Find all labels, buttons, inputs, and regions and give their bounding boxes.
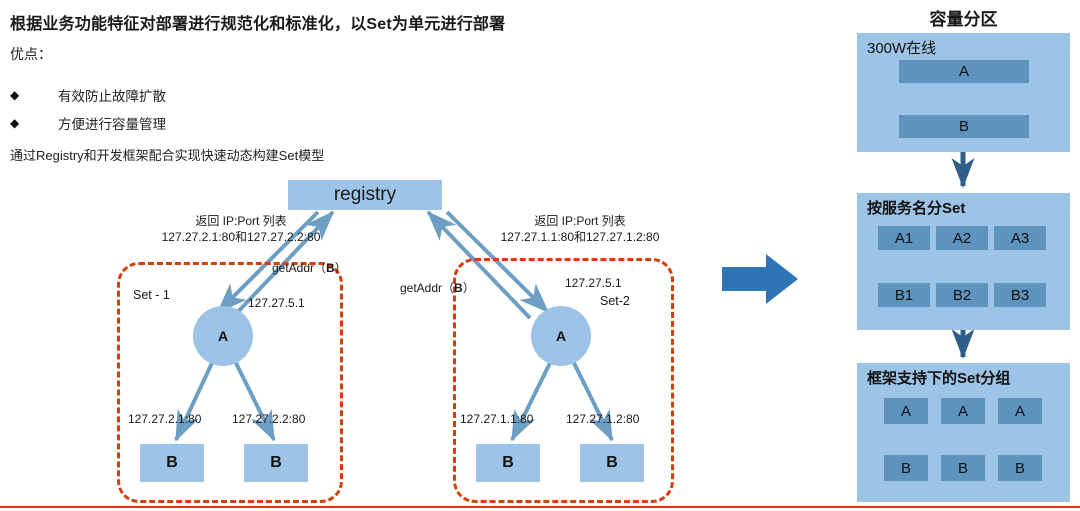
capacity-panel-1: 按服务名分Set A1 A2 A3 B1 B2 B3 <box>857 193 1070 330</box>
list-item-label: 方便进行容量管理 <box>58 117 166 132</box>
page-title: 根据业务功能特征对部署进行规范化和标准化，以Set为单元进行部署 <box>10 16 506 33</box>
capacity-cell: B <box>884 455 928 481</box>
return-list-annotation-2: 返回 IP:Port 列表 127.27.1.1:80和127.27.1.2:8… <box>460 213 700 245</box>
node-ip-label-2: 127.27.5.1 <box>565 276 622 290</box>
service-node-a-2[interactable]: A <box>531 306 591 366</box>
footer-rule <box>0 506 1080 508</box>
capacity-cell: A <box>941 398 985 424</box>
service-node-b[interactable]: B <box>580 444 644 482</box>
pros-label: 优点： <box>10 46 52 62</box>
return-list-line-1: 返回 IP:Port 列表 <box>195 214 287 228</box>
getaddr-arg: B <box>326 261 335 275</box>
set-label-1: Set - 1 <box>133 288 170 302</box>
getaddr-call-1: getAddr（B） <box>272 259 347 276</box>
return-list-annotation-1: 返回 IP:Port 列表 127.27.2.1:80和127.27.2.2:8… <box>125 213 357 245</box>
capacity-cell: A1 <box>878 226 930 250</box>
service-node-b-label: B <box>606 454 618 471</box>
capacity-panel-0: 300W在线 A B <box>857 33 1070 152</box>
service-node-b[interactable]: B <box>140 444 204 482</box>
capacity-panel-2: 框架支持下的Set分组 A A A B B B <box>857 363 1070 502</box>
backend-ip-label: 127.27.2.2:80 <box>232 412 306 426</box>
list-item: ◆ 方便进行容量管理 <box>10 113 166 133</box>
capacity-cell: B2 <box>936 283 988 307</box>
capacity-cell: B1 <box>878 283 930 307</box>
registry-node[interactable]: registry <box>288 180 442 210</box>
backend-ip-label: 127.27.1.2:80 <box>566 412 640 426</box>
sub-note: 通过Registry和开发框架配合实现快速动态构建Set模型 <box>10 148 325 163</box>
diamond-bullet-icon: ◆ <box>10 88 20 102</box>
getaddr-suffix: ） <box>462 281 475 295</box>
capacity-cell: A3 <box>994 226 1046 250</box>
capacity-cell: A <box>884 398 928 424</box>
service-node-a-1[interactable]: A <box>193 306 253 366</box>
capacity-cell: A2 <box>936 226 988 250</box>
capacity-panel-0-heading: 300W在线 <box>867 40 937 57</box>
service-node-a-1-label: A <box>217 328 229 344</box>
service-node-b[interactable]: B <box>244 444 308 482</box>
capacity-cell: B <box>941 455 985 481</box>
service-node-b[interactable]: B <box>476 444 540 482</box>
capacity-panel-1-heading: 按服务名分Set <box>867 200 966 217</box>
node-ip-label-1: 127.27.5.1 <box>248 296 305 310</box>
getaddr-call-2: getAddr（B） <box>400 279 475 296</box>
capacity-cell: B <box>899 115 1029 138</box>
service-node-b-label: B <box>502 454 514 471</box>
capacity-cell: A <box>998 398 1042 424</box>
list-item: ◆ 有效防止故障扩散 <box>10 85 166 105</box>
diamond-bullet-icon: ◆ <box>10 116 20 130</box>
capacity-cell: B3 <box>994 283 1046 307</box>
getaddr-prefix: getAddr（ <box>272 261 327 275</box>
capacity-title: 容量分区 <box>929 10 998 29</box>
service-node-a-2-label: A <box>555 328 567 344</box>
backend-ip-label: 127.27.2.1:80 <box>128 412 202 426</box>
return-list-line-2: 127.27.2.1:80和127.27.2.2:80 <box>161 230 321 244</box>
registry-label: registry <box>333 184 397 205</box>
transition-arrow-icon <box>722 254 798 304</box>
backend-ip-label: 127.27.1.1:80 <box>460 412 534 426</box>
list-item-label: 有效防止故障扩散 <box>58 89 166 104</box>
capacity-panel-2-heading: 框架支持下的Set分组 <box>867 370 1011 387</box>
getaddr-arg: B <box>454 281 463 295</box>
set-label-2: Set-2 <box>600 294 630 308</box>
capacity-cell: A <box>899 60 1029 83</box>
return-list-line-2: 127.27.1.1:80和127.27.1.2:80 <box>500 230 660 244</box>
return-list-line-1: 返回 IP:Port 列表 <box>534 214 626 228</box>
getaddr-suffix: ） <box>334 261 347 275</box>
service-node-b-label: B <box>166 454 178 471</box>
getaddr-prefix: getAddr（ <box>400 281 455 295</box>
capacity-cell: B <box>998 455 1042 481</box>
service-node-b-label: B <box>270 454 282 471</box>
